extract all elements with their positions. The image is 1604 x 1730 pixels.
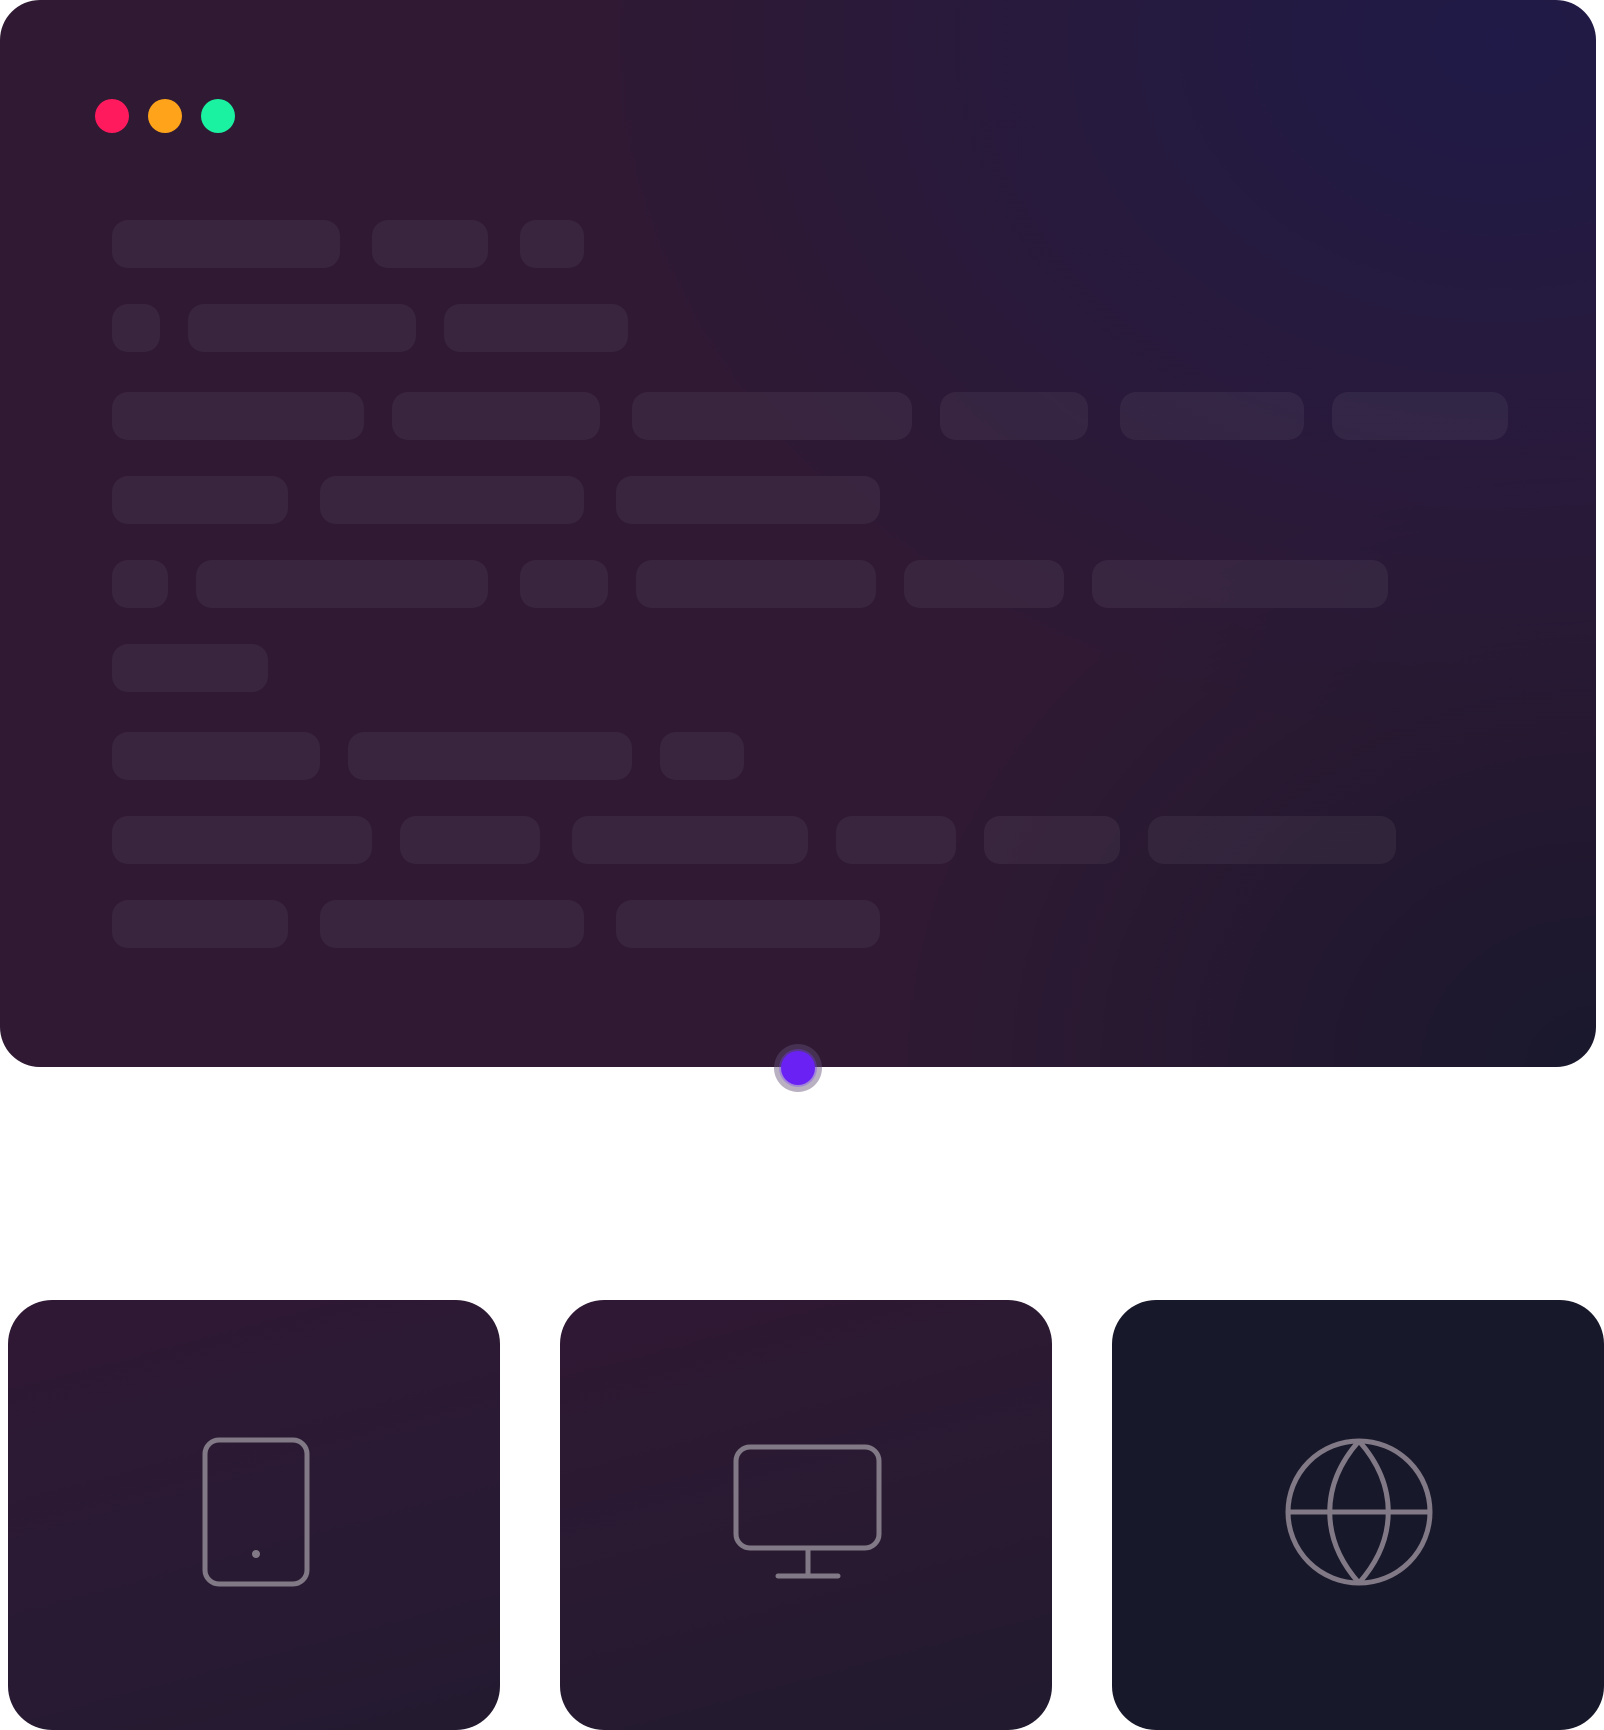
code-placeholder	[616, 900, 880, 948]
code-placeholder	[196, 560, 488, 608]
code-placeholder	[112, 900, 288, 948]
code-placeholder	[660, 732, 744, 780]
code-placeholder	[112, 732, 320, 780]
code-placeholder	[112, 392, 364, 440]
code-placeholder	[188, 304, 416, 352]
code-placeholder	[940, 392, 1088, 440]
code-placeholder	[520, 220, 584, 268]
code-placeholder	[632, 392, 912, 440]
connector-node-dot	[781, 1051, 815, 1085]
code-placeholder	[400, 816, 540, 864]
code-placeholder	[616, 476, 880, 524]
code-placeholder	[392, 392, 600, 440]
window-close-dot[interactable]	[95, 99, 129, 133]
code-placeholder	[520, 560, 608, 608]
code-placeholder	[112, 644, 268, 692]
card-desktop[interactable]	[560, 1300, 1052, 1730]
card-web[interactable]	[1112, 1300, 1604, 1730]
code-editor-window	[0, 0, 1596, 1067]
code-placeholder	[348, 732, 632, 780]
code-placeholder	[572, 816, 808, 864]
code-placeholder	[636, 560, 876, 608]
code-placeholder	[112, 220, 340, 268]
code-placeholder	[836, 816, 956, 864]
code-placeholder	[320, 900, 584, 948]
desktop-monitor-icon	[733, 1444, 882, 1579]
window-minimize-dot[interactable]	[148, 99, 182, 133]
code-placeholder	[904, 560, 1064, 608]
mobile-phone-icon	[202, 1437, 310, 1587]
connector-node[interactable]	[774, 1044, 822, 1092]
code-placeholder	[1148, 816, 1396, 864]
code-placeholder	[1092, 560, 1388, 608]
window-maximize-dot[interactable]	[201, 99, 235, 133]
globe-icon	[1285, 1438, 1433, 1586]
code-placeholder	[112, 816, 372, 864]
code-placeholder	[372, 220, 488, 268]
code-placeholder	[112, 304, 160, 352]
code-placeholder	[320, 476, 584, 524]
code-placeholder	[112, 560, 168, 608]
code-placeholder	[444, 304, 628, 352]
code-placeholder	[112, 476, 288, 524]
code-placeholder	[984, 816, 1120, 864]
code-placeholder	[1120, 392, 1304, 440]
card-mobile[interactable]	[8, 1300, 500, 1730]
code-placeholder	[1332, 392, 1508, 440]
